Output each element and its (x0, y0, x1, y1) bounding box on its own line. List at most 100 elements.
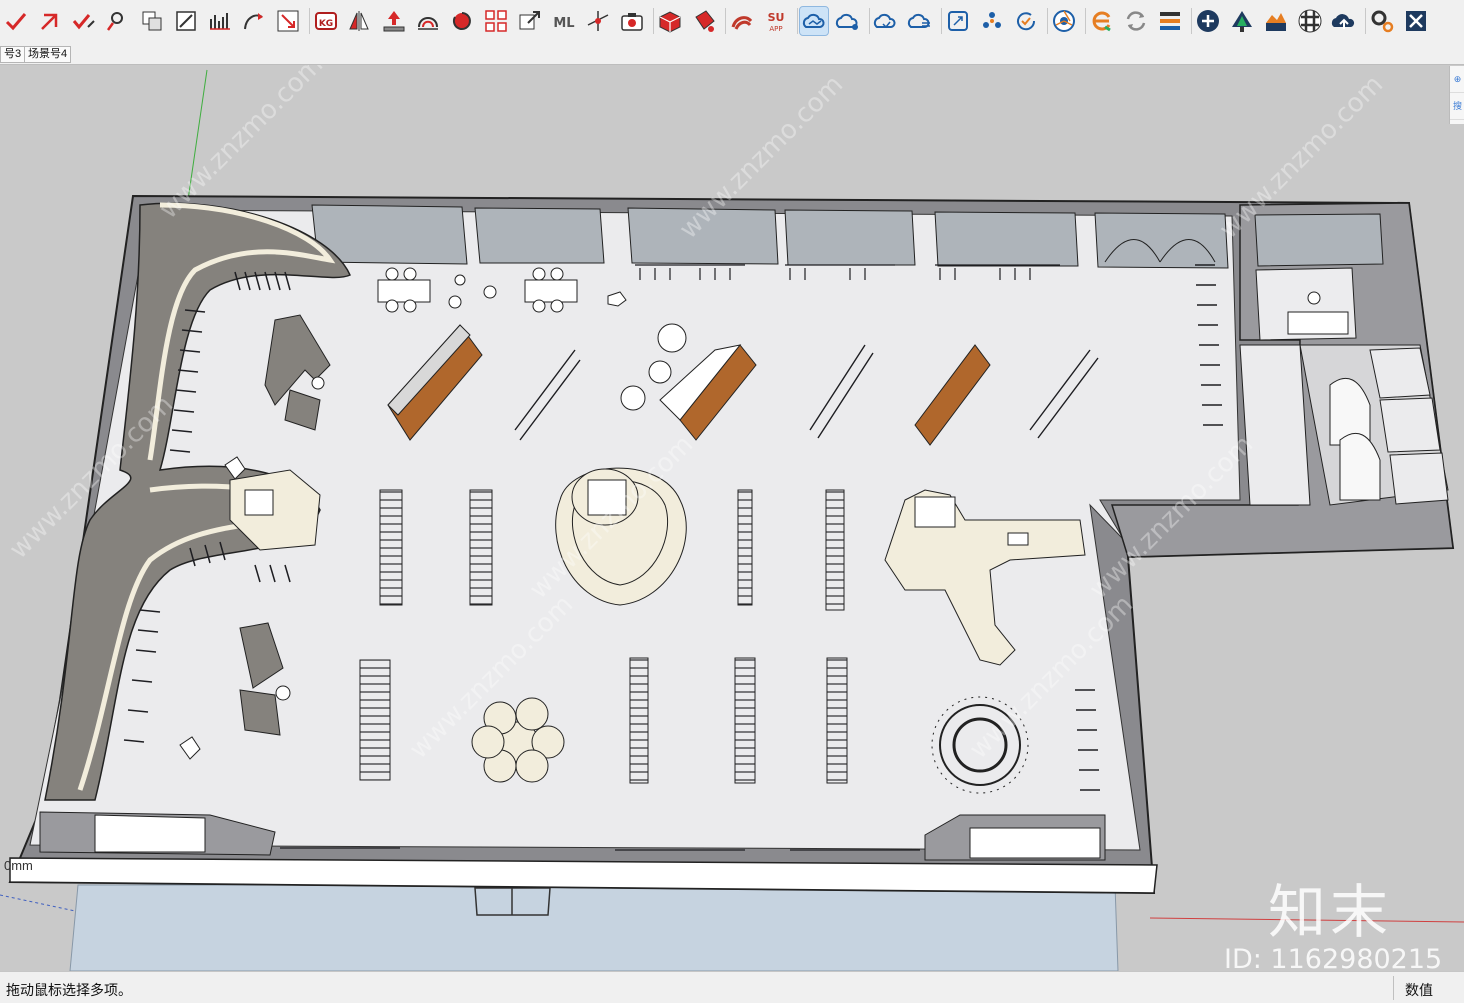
cloud-list-icon (907, 13, 930, 28)
close-x-icon (1406, 11, 1426, 31)
sync-icon (1126, 11, 1146, 31)
red-wave-icon (731, 16, 753, 30)
plus-circle-icon (1197, 10, 1219, 32)
red-wave-button[interactable] (728, 7, 756, 35)
toolbar-separator (941, 8, 942, 34)
curve-arrow-button[interactable] (240, 7, 268, 35)
grid-button[interactable] (482, 7, 510, 35)
tree-button[interactable] (1228, 7, 1256, 35)
chrome-icon (1053, 10, 1075, 32)
entrance-ground (69, 884, 1119, 971)
glass-window-back (1254, 213, 1384, 267)
refresh-check-icon (1017, 12, 1036, 31)
gears-button[interactable] (1368, 7, 1396, 35)
axis-button[interactable] (584, 7, 612, 35)
magnifier-pick-icon (106, 12, 123, 31)
select-arrow-button[interactable] (36, 7, 64, 35)
terrain-icon (1266, 13, 1286, 31)
measurements-label: 数值 (1405, 982, 1433, 998)
box-select-icon (176, 11, 196, 31)
push-up-button[interactable] (380, 7, 408, 35)
select-check-icon (5, 13, 27, 31)
copy-window-button[interactable] (138, 7, 166, 35)
cloud-link-icon (802, 13, 825, 28)
magnifier-pick-button[interactable] (104, 7, 132, 35)
main-toolbar: KG ML SU APP (0, 0, 1464, 45)
toolbar-separator (1085, 8, 1086, 34)
grid-icon (485, 10, 507, 32)
status-bar: 拖动鼠标选择多项。 数值 (0, 971, 1464, 1003)
close-x-button[interactable] (1402, 7, 1430, 35)
molecule-icon (983, 12, 1001, 28)
frame-button[interactable] (944, 7, 972, 35)
paint-bucket-button[interactable] (690, 7, 718, 35)
status-separator (1393, 976, 1394, 1000)
chrome-button[interactable] (1050, 7, 1078, 35)
export-arrow-icon (519, 11, 540, 30)
refresh-check-button[interactable] (1012, 7, 1040, 35)
select-check-button[interactable] (2, 7, 30, 35)
camera-icon (621, 13, 643, 31)
red-box-button[interactable] (656, 7, 684, 35)
select-multi-icon (72, 14, 95, 30)
camera-button[interactable] (618, 7, 646, 35)
tree-icon (1232, 11, 1252, 32)
svg-text:KG: KG (319, 19, 333, 29)
stack-arrows-button[interactable] (1156, 7, 1184, 35)
tray-tab-2[interactable]: 搜 (1450, 93, 1464, 120)
bars-button[interactable] (206, 7, 234, 35)
upload-cloud-icon (1331, 14, 1355, 29)
modeling-viewport[interactable]: www.znzmo.com www.znzmo.com www.znzmo.co… (0, 65, 1464, 971)
toolbar-separator (653, 8, 654, 34)
bars-icon (210, 13, 230, 30)
export-arrow-button[interactable] (516, 7, 544, 35)
toolbar-separator (869, 8, 870, 34)
znzmo-logo: 知末 (1268, 878, 1393, 946)
scene-tab-3[interactable]: 号3 (0, 46, 26, 63)
molecule-button[interactable] (978, 7, 1006, 35)
kg-icon: KG (315, 12, 337, 30)
select-multi-button[interactable] (70, 7, 98, 35)
restroom-sink (1287, 311, 1349, 335)
cloud-link-button[interactable] (799, 6, 829, 36)
frame-icon (948, 11, 968, 31)
toolbar-separator (725, 8, 726, 34)
su-app-button[interactable]: SU APP (762, 7, 790, 35)
paint-bucket-icon (695, 10, 715, 32)
box-select-button[interactable] (172, 7, 200, 35)
blue-axis (0, 894, 81, 913)
red-box-icon (659, 11, 681, 33)
diagonal-arrow-icon (277, 10, 299, 32)
upload-cloud-button[interactable] (1330, 7, 1358, 35)
cloud-share-button[interactable] (834, 7, 862, 35)
toolbar-separator (797, 8, 798, 34)
checker-globe-button[interactable] (1296, 7, 1324, 35)
gears-icon (1371, 10, 1394, 33)
terrain-button[interactable] (1262, 7, 1290, 35)
select-arrow-icon (41, 13, 58, 30)
scene-tab-4[interactable]: 场景号4 (24, 46, 72, 63)
cloud-outline-button[interactable] (872, 7, 900, 35)
cloud-list-button[interactable] (906, 7, 934, 35)
kg-button[interactable]: KG (312, 7, 340, 35)
diagonal-arrow-button[interactable] (274, 7, 302, 35)
arc-button[interactable] (414, 7, 442, 35)
tray-panel-tabs[interactable]: ⊕ 搜 (1449, 66, 1464, 124)
toolbar-separator (1365, 8, 1366, 34)
arc-icon (418, 17, 438, 30)
curve-arrow-icon (244, 13, 263, 30)
mirror-button[interactable] (346, 7, 374, 35)
rotate-arrow-button[interactable] (448, 7, 476, 35)
mirror-icon (349, 11, 369, 31)
toolbar-separator (1191, 8, 1192, 34)
su-app-icon: SUAPP (768, 11, 785, 33)
stack-arrows-icon (1160, 12, 1180, 30)
tray-tab-1[interactable]: ⊕ (1450, 66, 1464, 93)
sync-button[interactable] (1122, 7, 1150, 35)
checker-globe-icon (1298, 9, 1322, 33)
plus-circle-button[interactable] (1194, 7, 1222, 35)
e-logo-button[interactable] (1088, 7, 1116, 35)
cloud-share-icon (835, 13, 858, 30)
svg-text:SU: SU (768, 11, 785, 24)
ml-button[interactable]: ML (550, 7, 578, 35)
